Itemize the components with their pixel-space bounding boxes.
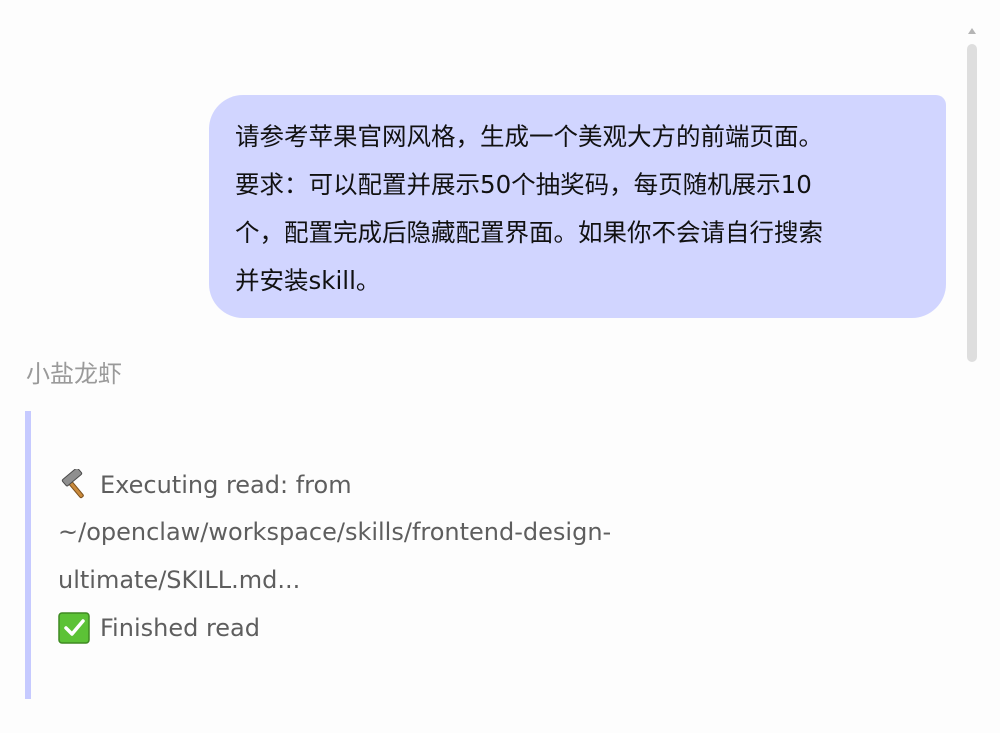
assistant-tool-log: Executing read: from ~/openclaw/workspac…: [25, 411, 725, 699]
scrollbar-thumb[interactable]: [967, 44, 977, 362]
executing-line: Executing read: from: [58, 467, 352, 501]
assistant-name: 小盐龙虾: [26, 360, 122, 388]
path-line-1: ~/openclaw/workspace/skills/frontend-des…: [58, 518, 612, 546]
scroll-up-arrow-icon[interactable]: [968, 28, 976, 34]
check-mark-icon: [58, 612, 90, 644]
user-message-bubble: 请参考苹果官网风格，生成一个美观大方的前端页面。 要求：可以配置并展示50个抽奖…: [209, 95, 946, 318]
executing-label: Executing read: from: [100, 471, 352, 499]
path-line-2: ultimate/SKILL.md...: [58, 566, 301, 594]
scrollbar[interactable]: [964, 24, 980, 362]
hammer-icon: [58, 467, 92, 501]
chat-view: 请参考苹果官网风格，生成一个美观大方的前端页面。 要求：可以配置并展示50个抽奖…: [0, 0, 1000, 733]
finished-label: Finished read: [100, 614, 260, 642]
finished-line: Finished read: [58, 612, 260, 644]
